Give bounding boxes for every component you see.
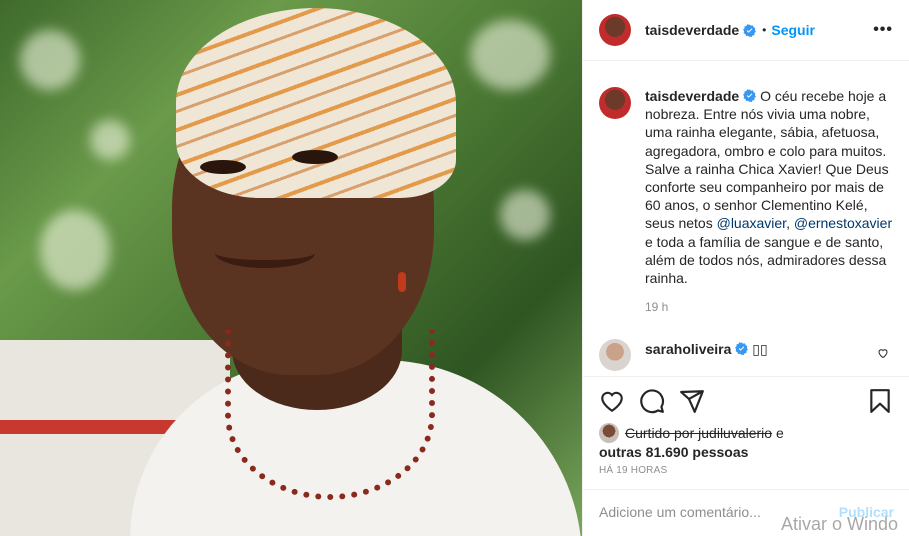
like-heart-icon[interactable] [599, 388, 625, 414]
caption-text: taisdeverdade O céu recebe hoje a nobrez… [645, 87, 899, 287]
comment-like-icon[interactable] [877, 347, 889, 359]
verified-badge-icon [735, 342, 749, 355]
share-paper-plane-icon[interactable] [679, 388, 705, 414]
caption-author-avatar[interactable] [599, 87, 631, 119]
commenter-avatar[interactable] [599, 339, 631, 371]
actions-divider [583, 376, 909, 377]
comment-input[interactable] [599, 504, 799, 520]
author-username[interactable]: taisdeverdade [645, 22, 739, 38]
caption-comma: , [786, 215, 790, 232]
comment-text: saraholiveira ▯▯ [645, 341, 768, 358]
caption-username[interactable]: taisdeverdade [645, 88, 739, 104]
comment-body: ▯▯ [752, 341, 768, 357]
liked-by-text[interactable]: Curtido por judiluvalerio [625, 425, 772, 441]
mention-ernestoxavier[interactable]: @ernestoxavier [794, 215, 892, 231]
follow-button[interactable]: Seguir [771, 22, 815, 38]
comment-row: saraholiveira ▯▯ [599, 339, 894, 371]
likes-summary: Curtido por judiluvalerio e outras 81.69… [599, 423, 894, 461]
caption-body-start: O céu recebe hoje a nobreza. Entre nós v… [645, 88, 889, 232]
post-timestamp[interactable]: HÁ 19 HORAS [599, 465, 667, 476]
caption-timestamp[interactable]: 19 h [645, 300, 668, 314]
caption-body-end: e toda a família de sangue e de santo, a… [645, 233, 887, 287]
post-caption: taisdeverdade O céu recebe hoje a nobrez… [599, 87, 899, 287]
author-avatar[interactable] [599, 14, 631, 46]
windows-activation-watermark: Ativar o Windo [781, 514, 899, 534]
liker-avatar[interactable] [599, 423, 619, 443]
post-side-panel: taisdeverdade • Seguir ••• taisdeverdade… [582, 0, 909, 536]
post-header: taisdeverdade • Seguir ••• [583, 0, 909, 61]
header-separator: • [762, 23, 767, 37]
mention-luaxavier[interactable]: @luaxavier [717, 215, 786, 231]
verified-badge-icon [743, 23, 757, 37]
comment-bubble-icon[interactable] [639, 388, 665, 414]
post-photo[interactable] [0, 0, 582, 536]
verified-badge-icon [743, 89, 757, 102]
likes-conjunction: e [775, 425, 784, 441]
post-actions [599, 388, 894, 414]
commenter-username[interactable]: saraholiveira [645, 341, 731, 357]
more-options-button[interactable]: ••• [873, 21, 893, 39]
save-bookmark-icon[interactable] [867, 388, 893, 414]
likes-count-button[interactable]: outras 81.690 pessoas [599, 444, 748, 460]
